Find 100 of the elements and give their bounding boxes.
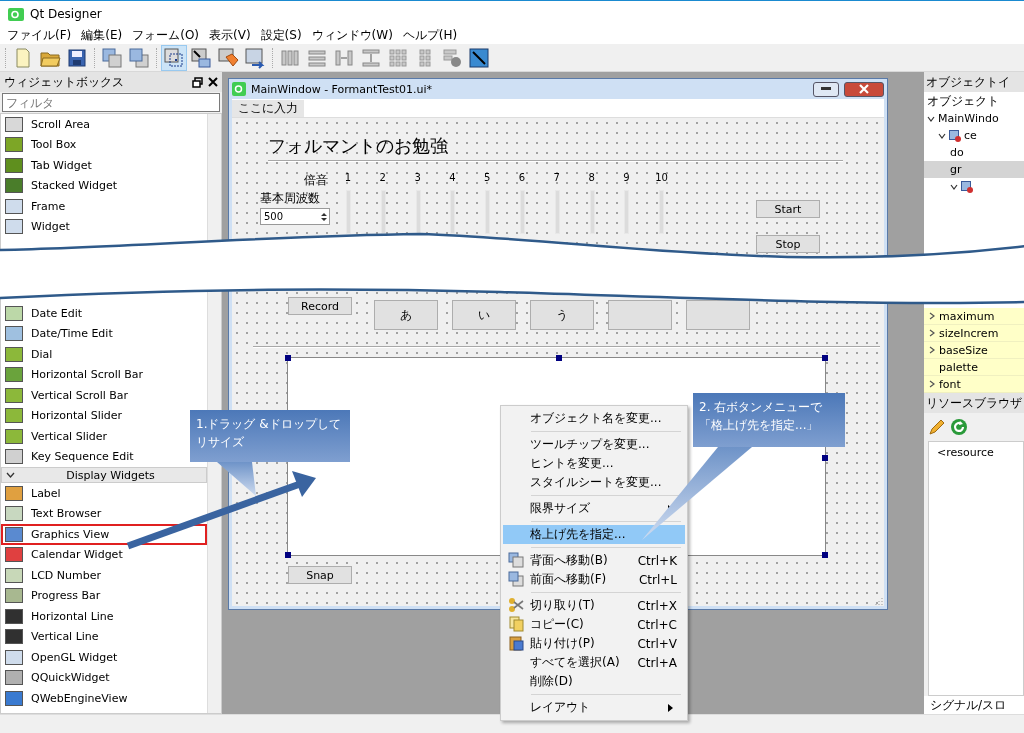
widget-list-item[interactable]: Text Browser — [1, 503, 108, 524]
selection-frame-icon — [163, 46, 185, 69]
size-grip-icon[interactable] — [875, 597, 883, 605]
menu-item[interactable]: すべてを選択(A) Ctrl+A — [503, 653, 685, 672]
widget-list-item[interactable]: QQuickWidget — [1, 667, 116, 688]
menu-item[interactable]: 切り取り(T) Ctrl+X — [503, 596, 685, 615]
widget-list-item[interactable]: Tool Box — [1, 134, 83, 155]
tree-item[interactable] — [924, 178, 1024, 195]
widget-list-item[interactable]: Calendar Widget — [1, 544, 129, 565]
widget-icon — [5, 198, 23, 214]
harmonic-number: 6 — [517, 172, 527, 183]
menu-item[interactable]: ヘルプ(H) — [397, 27, 463, 44]
widget-list-item[interactable]: OpenGL Widget — [1, 647, 124, 668]
vowel-button[interactable]: う — [530, 300, 594, 330]
property-row[interactable]: maximum — [924, 308, 1024, 325]
tree-item[interactable]: gr — [924, 161, 1024, 178]
slider-track[interactable] — [520, 190, 525, 234]
vowel-button[interactable] — [608, 300, 672, 330]
qt-logo-icon — [232, 82, 246, 96]
widget-icon — [5, 408, 23, 424]
widget-icon — [5, 178, 23, 194]
tree-item[interactable]: MainWindo — [924, 110, 1024, 127]
slider-track[interactable] — [589, 190, 595, 234]
menu-item[interactable]: レイアウト — [503, 698, 685, 717]
property-row[interactable]: font — [924, 376, 1024, 393]
minimize-button[interactable] — [813, 81, 839, 97]
property-row[interactable]: palette — [924, 359, 1024, 376]
snap-button[interactable]: Snap — [288, 566, 352, 584]
stop-button[interactable]: Stop — [756, 235, 820, 253]
widget-list-item[interactable]: Widget — [1, 216, 76, 237]
tree-item[interactable]: ce — [924, 127, 1024, 144]
resource-item[interactable]: <resource — [937, 446, 994, 459]
menu-item[interactable]: コピー(C) Ctrl+C — [503, 615, 685, 634]
menu-item[interactable]: 貼り付け(P) Ctrl+V — [503, 634, 685, 653]
menu-item[interactable]: フォーム(O) — [127, 27, 205, 44]
close-icon — [859, 84, 869, 94]
slider-track[interactable] — [659, 190, 665, 234]
vowel-button[interactable] — [686, 300, 750, 330]
widget-list-item[interactable]: Stacked Widget — [1, 175, 124, 196]
menu-item[interactable]: ウィンドウ(W) — [306, 27, 398, 44]
pencil-icon[interactable] — [928, 418, 946, 436]
float-icon[interactable] — [192, 76, 203, 88]
menu-item[interactable]: スタイルシートを変更... — [503, 473, 685, 492]
window-arrow-icon — [190, 46, 212, 69]
close-icon[interactable] — [208, 77, 218, 87]
menu-item[interactable]: 削除(D) — [503, 672, 685, 691]
widget-list-item[interactable]: Horizontal Scroll Bar — [1, 364, 150, 385]
slider-track[interactable] — [450, 190, 456, 234]
menu-item[interactable]: ツールチップを変更... — [503, 435, 685, 454]
property-row[interactable]: baseSize — [924, 342, 1024, 359]
widget-list-item[interactable]: Frame — [1, 196, 72, 217]
menu-item[interactable]: ヒントを変更... — [503, 454, 685, 473]
callout-text: 「格上げ先を指定...」 — [699, 417, 819, 434]
property-row[interactable]: sizeIncrem — [924, 325, 1024, 342]
menu-item[interactable]: 表示(V) — [204, 27, 256, 44]
widget-list-item[interactable]: Vertical Line — [1, 626, 105, 647]
widget-list-item[interactable]: Dial — [1, 344, 59, 365]
panel-title: ウィジェットボックス — [4, 73, 125, 91]
widget-list-item[interactable]: Horizontal Slider — [1, 405, 129, 426]
start-button[interactable]: Start — [756, 200, 820, 218]
filter-field[interactable]: フィルタ — [2, 93, 220, 112]
widget-list-item[interactable]: Tab Widget — [1, 155, 98, 176]
slider-track[interactable] — [380, 190, 386, 234]
category-header[interactable]: Display Widgets — [1, 467, 207, 483]
menu-item[interactable]: 格上げ先を指定... — [503, 525, 685, 544]
widget-list-item[interactable]: Scroll Area — [1, 114, 96, 135]
widget-list-item[interactable]: Key Sequence Edit — [1, 446, 140, 467]
widget-list-item[interactable]: Vertical Scroll Bar — [1, 385, 135, 406]
widget-list-item[interactable]: Date/Time Edit — [1, 323, 119, 344]
vowel-button[interactable]: あ — [374, 300, 438, 330]
bring-front-icon — [508, 571, 524, 587]
harmonic-number: 1 — [343, 172, 353, 183]
category-label: Display Widgets — [65, 468, 156, 482]
widget-list-item[interactable]: Label — [1, 483, 67, 504]
refresh-icon[interactable] — [950, 418, 968, 436]
widget-icon — [5, 137, 23, 153]
harmonic-number: 4 — [448, 172, 457, 183]
menu-item[interactable]: ファイル(F) — [2, 27, 77, 44]
menu-placeholder[interactable]: ここに入力 — [232, 99, 304, 117]
widget-list-item[interactable]: Date Edit — [1, 303, 89, 324]
tree-item[interactable]: do — [924, 144, 1024, 161]
slider-track[interactable] — [346, 190, 351, 234]
spin-box[interactable]: 500 — [260, 208, 330, 225]
widget-icon — [5, 506, 23, 522]
menu-item[interactable]: オブジェクト名を変更... — [503, 409, 685, 428]
close-button[interactable] — [844, 81, 884, 97]
menu-item[interactable]: 背面へ移動(B) Ctrl+K — [503, 551, 685, 570]
menu-item[interactable]: 設定(S) — [255, 27, 307, 44]
widget-list-item[interactable]: Graphics View — [1, 524, 207, 545]
vertical-split-icon — [360, 46, 382, 69]
widget-list-item[interactable]: Horizontal Line — [1, 606, 120, 627]
vowel-button[interactable]: い — [452, 300, 516, 330]
widget-list-item[interactable]: Progress Bar — [1, 585, 107, 606]
widget-list-item[interactable]: LCD Number — [1, 565, 107, 586]
menu-item[interactable]: 前面へ移動(F) Ctrl+L — [503, 570, 685, 589]
widget-list-item[interactable]: Vertical Slider — [1, 426, 114, 447]
record-button[interactable]: Record — [288, 297, 352, 315]
menu-item[interactable]: 編集(E) — [76, 27, 128, 44]
slider-track[interactable] — [415, 190, 421, 234]
widget-list-item[interactable]: QWebEngineView — [1, 688, 134, 709]
